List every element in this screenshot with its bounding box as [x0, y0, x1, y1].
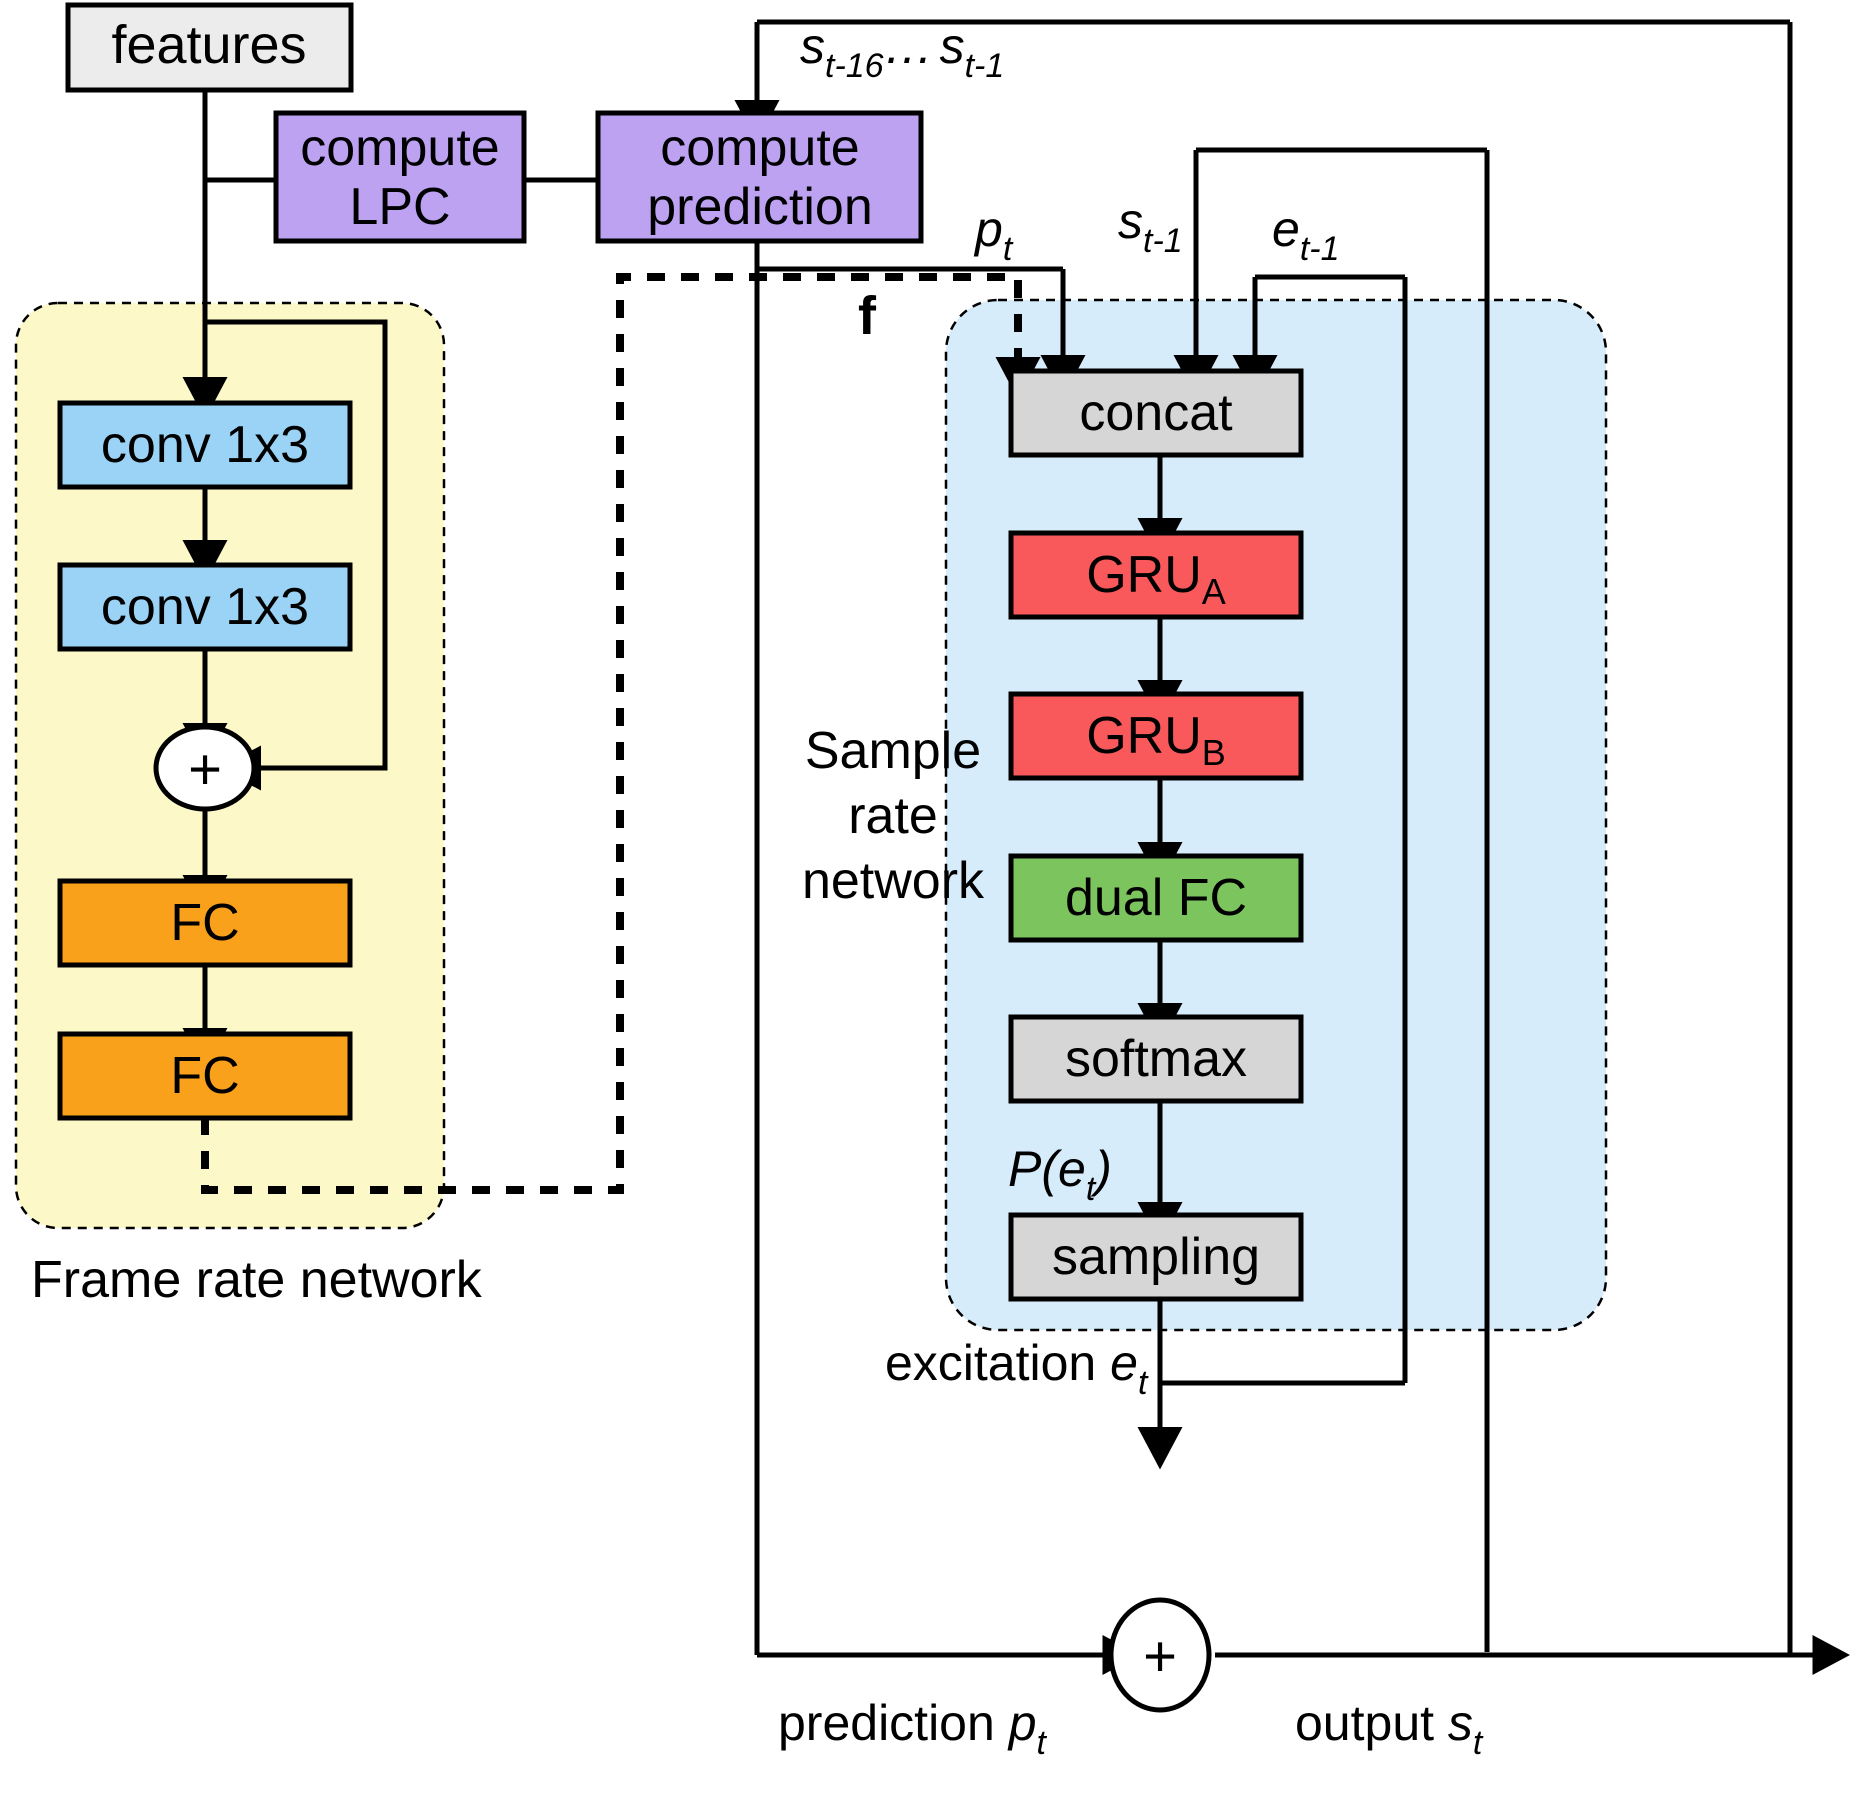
label-s-history: st-16… st-1	[800, 18, 1004, 85]
block-compute-lpc-line2: LPC	[349, 178, 450, 236]
label-s-tm1-sub: t-1	[1143, 222, 1183, 260]
label-e-tm1-main: e	[1272, 201, 1300, 257]
label-p-e-t-prefix: P(	[1008, 1141, 1062, 1197]
label-output: output st	[1295, 1695, 1484, 1762]
block-sampling-label: sampling	[1052, 1228, 1260, 1286]
block-gru-a[interactable]: GRUA	[1008, 530, 1304, 620]
sample-rate-network-label-line3: network	[802, 852, 985, 910]
label-output-main: s	[1448, 1695, 1473, 1751]
label-e-tm1: et-1	[1272, 201, 1340, 268]
block-softmax-label: softmax	[1065, 1030, 1247, 1088]
block-features[interactable]: features	[65, 2, 354, 93]
block-add-frame-label: +	[188, 737, 222, 802]
block-compute-prediction[interactable]: compute prediction	[595, 110, 924, 244]
label-s-tm1: st-1	[1118, 193, 1183, 260]
block-compute-prediction-line1: compute	[660, 119, 859, 177]
block-compute-prediction-line2: prediction	[647, 178, 872, 236]
label-output-text: output	[1295, 1695, 1448, 1751]
label-p-t: pt	[973, 201, 1014, 268]
block-gru-b-sub: B	[1202, 732, 1226, 773]
block-gru-a-label: GRU	[1086, 546, 1202, 604]
block-fc2-label: FC	[170, 1047, 239, 1105]
block-gru-b-label: GRU	[1086, 707, 1202, 765]
label-excitation: excitation et	[885, 1335, 1149, 1402]
block-add-frame[interactable]: +	[153, 724, 257, 812]
block-gru-a-sub: A	[1202, 571, 1226, 612]
label-f: f	[858, 286, 877, 346]
block-fc1[interactable]: FC	[57, 878, 353, 968]
label-e-tm1-sub: t-1	[1300, 230, 1340, 268]
block-sampling[interactable]: sampling	[1008, 1212, 1304, 1302]
label-p-t-sub: t	[1003, 230, 1014, 268]
label-s-history-main: s	[800, 18, 825, 74]
label-prediction: prediction pt	[778, 1695, 1048, 1762]
label-prediction-text: prediction	[778, 1695, 1009, 1751]
block-fc2[interactable]: FC	[57, 1031, 353, 1121]
label-prediction-sub: t	[1037, 1724, 1048, 1762]
label-excitation-main: e	[1110, 1335, 1138, 1391]
block-fc1-label: FC	[170, 894, 239, 952]
diagram-canvas: features compute LPC compute prediction …	[0, 0, 1850, 1801]
label-s-history-sub1: t-16	[825, 47, 884, 85]
label-excitation-sub: t	[1138, 1364, 1149, 1402]
block-compute-lpc-line1: compute	[300, 119, 499, 177]
sample-rate-network-label-line2: rate	[848, 787, 938, 845]
block-concat[interactable]: concat	[1008, 368, 1304, 458]
label-s-history-mid: …	[884, 18, 934, 74]
label-p-t-main: p	[973, 201, 1003, 257]
label-prediction-main: p	[1007, 1695, 1037, 1751]
frame-rate-network-label: Frame rate network	[31, 1251, 483, 1309]
block-gru-b[interactable]: GRUB	[1008, 691, 1304, 781]
block-conv2-label: conv 1x3	[101, 578, 309, 636]
block-conv1[interactable]: conv 1x3	[57, 400, 353, 490]
label-s-tm1-main: s	[1118, 193, 1143, 249]
block-conv2[interactable]: conv 1x3	[57, 562, 353, 652]
block-softmax[interactable]: softmax	[1008, 1014, 1304, 1104]
sample-rate-network-label-line1: Sample	[805, 722, 981, 780]
block-compute-lpc[interactable]: compute LPC	[273, 110, 527, 244]
label-s-history-sub2: t-1	[965, 47, 1005, 85]
label-s-history-main2: s	[940, 18, 965, 74]
block-add-output[interactable]: +	[1108, 1597, 1212, 1713]
block-features-label: features	[111, 15, 306, 75]
label-output-sub: t	[1473, 1724, 1484, 1762]
block-concat-label: concat	[1079, 384, 1233, 442]
block-conv1-label: conv 1x3	[101, 416, 309, 474]
block-add-output-label: +	[1143, 1624, 1177, 1689]
label-p-e-t-main: e	[1058, 1141, 1086, 1197]
label-excitation-text: excitation	[885, 1335, 1110, 1391]
block-dual-fc[interactable]: dual FC	[1008, 853, 1304, 943]
block-dual-fc-label: dual FC	[1065, 869, 1247, 927]
